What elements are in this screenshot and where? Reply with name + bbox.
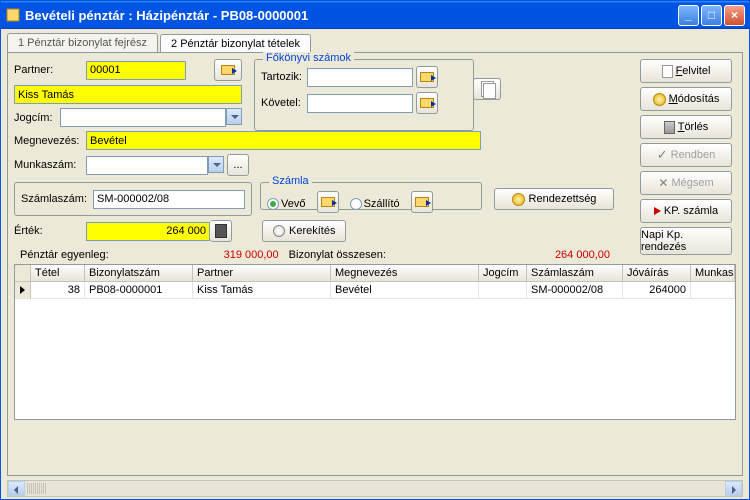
coins-icon bbox=[653, 93, 666, 106]
debit-input[interactable] bbox=[307, 68, 413, 87]
supplier-radio[interactable] bbox=[350, 198, 362, 210]
value-input[interactable] bbox=[86, 222, 210, 241]
folder-icon bbox=[420, 98, 434, 108]
supplier-lookup-button[interactable] bbox=[411, 191, 433, 213]
tab-header[interactable]: 1 Pénztár bizonylat fejrész bbox=[7, 33, 158, 52]
supplier-label: Szállító bbox=[364, 198, 400, 210]
balance-label: Pénztár egyenleg: bbox=[20, 249, 109, 261]
customer-radio[interactable] bbox=[267, 198, 279, 210]
settlement-button[interactable]: Rendezettség bbox=[494, 188, 614, 210]
calc-button[interactable] bbox=[210, 220, 232, 242]
balance-value: 319 000,00 bbox=[109, 249, 279, 261]
worknum-more-button[interactable]: ... bbox=[227, 154, 249, 176]
ledger-legend: Főkönyvi számok bbox=[263, 52, 354, 64]
debit-label: Tartozik: bbox=[261, 71, 307, 83]
row-indicator-icon bbox=[20, 286, 25, 294]
value-label: Érték: bbox=[14, 225, 86, 237]
coins-icon bbox=[512, 193, 525, 206]
credit-input[interactable] bbox=[307, 94, 413, 113]
worknum-label: Munkaszám: bbox=[14, 159, 86, 171]
round-icon bbox=[273, 225, 285, 237]
new-button[interactable]: Felvitel bbox=[640, 59, 732, 83]
credit-label: Követel: bbox=[261, 97, 307, 109]
total-label: Bizonylat összesen: bbox=[289, 249, 386, 261]
items-grid[interactable]: Tétel Bizonylatszám Partner Megnevezés J… bbox=[14, 264, 736, 420]
partner-lookup-button[interactable] bbox=[214, 59, 242, 81]
description-label: Megnevezés: bbox=[14, 135, 86, 147]
cancel-button: ✕Mégsem bbox=[640, 171, 732, 195]
daily-settle-button[interactable]: Napi Kp. rendezés bbox=[640, 227, 732, 255]
table-row[interactable]: 38 PB08-0000001 Kiss Tamás Bevétel SM-00… bbox=[15, 282, 735, 299]
jogcim-input[interactable] bbox=[60, 108, 226, 127]
jogcim-dropdown[interactable] bbox=[226, 108, 242, 125]
folder-icon bbox=[321, 197, 335, 207]
page-icon bbox=[662, 65, 673, 78]
maximize-button[interactable]: □ bbox=[701, 5, 722, 26]
invoice-legend: Számla bbox=[269, 175, 312, 187]
debit-lookup-button[interactable] bbox=[416, 66, 438, 88]
check-icon: ✓ bbox=[657, 147, 668, 163]
partner-label: Partner: bbox=[14, 64, 86, 76]
modify-button[interactable]: Módosítás bbox=[640, 87, 732, 111]
ok-button: ✓Rendben bbox=[640, 143, 732, 167]
copy-button[interactable] bbox=[473, 78, 501, 100]
scroll-grip[interactable] bbox=[27, 483, 47, 494]
customer-lookup-button[interactable] bbox=[317, 191, 339, 213]
col-megnev[interactable]: Megnevezés bbox=[331, 265, 479, 282]
folder-icon bbox=[221, 65, 235, 75]
description-input[interactable] bbox=[86, 131, 481, 150]
minimize-button[interactable]: _ bbox=[678, 5, 699, 26]
app-icon bbox=[5, 7, 21, 23]
col-bizszam[interactable]: Bizonylatszám bbox=[85, 265, 193, 282]
folder-icon bbox=[420, 72, 434, 82]
rounding-button[interactable]: Kerekítés bbox=[262, 220, 346, 242]
worknum-input[interactable] bbox=[86, 156, 208, 175]
col-szamsz[interactable]: Számlaszám bbox=[527, 265, 623, 282]
delete-button[interactable]: Törlés bbox=[640, 115, 732, 139]
col-munkasz[interactable]: Munkaszár bbox=[691, 265, 735, 282]
col-tetel[interactable]: Tétel bbox=[31, 265, 85, 282]
worknum-dropdown[interactable] bbox=[208, 156, 224, 173]
tab-items[interactable]: 2 Pénztár bizonylat tételek bbox=[160, 34, 311, 53]
folder-icon bbox=[415, 197, 429, 207]
jogcim-label: Jogcím: bbox=[14, 112, 60, 124]
calc-icon bbox=[215, 224, 227, 238]
partner-code-input[interactable] bbox=[86, 61, 186, 80]
customer-label: Vevő bbox=[281, 198, 305, 210]
credit-lookup-button[interactable] bbox=[416, 92, 438, 114]
titlebar: Bevételi pénztár : Házipénztár - PB08-00… bbox=[1, 1, 749, 29]
window-title: Bevételi pénztár : Házipénztár - PB08-00… bbox=[25, 8, 676, 23]
invoicenum-label: Számlaszám: bbox=[21, 193, 93, 205]
invoicenum-input[interactable] bbox=[93, 190, 245, 209]
col-partner[interactable]: Partner bbox=[193, 265, 331, 282]
scroll-left-button[interactable] bbox=[8, 481, 25, 496]
col-jogcim[interactable]: Jogcím bbox=[479, 265, 527, 282]
copy-icon bbox=[481, 81, 494, 97]
scroll-right-button[interactable] bbox=[725, 481, 742, 496]
horizontal-scrollbar[interactable] bbox=[7, 480, 743, 497]
arrow-right-icon bbox=[654, 207, 661, 215]
partner-name-input[interactable] bbox=[14, 85, 242, 104]
trash-icon bbox=[664, 121, 675, 134]
close-button[interactable]: × bbox=[724, 5, 745, 26]
x-icon: ✕ bbox=[658, 176, 668, 190]
col-jovairas[interactable]: Jóváírás bbox=[623, 265, 691, 282]
kp-invoice-button[interactable]: KP. számla bbox=[640, 199, 732, 223]
